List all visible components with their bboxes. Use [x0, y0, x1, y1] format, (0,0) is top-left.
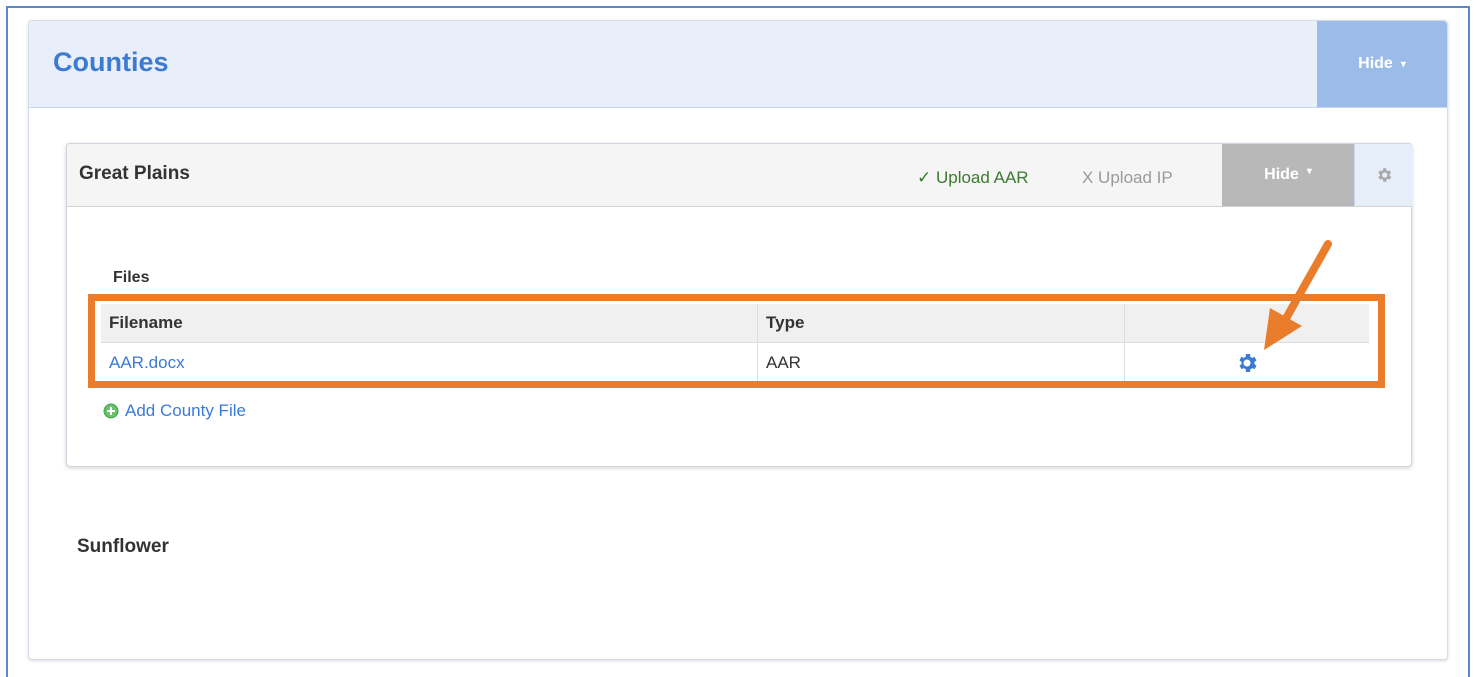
column-header-type: Type: [757, 304, 1125, 343]
county-hide-dropdown[interactable]: Hide ▾: [1222, 144, 1354, 206]
counties-panel: Counties Hide ▾ Great Plains ✓ Upload AA…: [28, 20, 1448, 660]
gear-icon: [1239, 354, 1257, 372]
county-settings-button[interactable]: [1354, 144, 1413, 206]
type-cell: AAR: [757, 342, 1125, 383]
plus-circle-icon: [103, 403, 119, 419]
county-panel-header: Great Plains ✓ Upload AAR X Upload IP Hi…: [67, 144, 1413, 207]
column-header-actions: [1124, 304, 1369, 343]
table-header-row: Filename Type: [101, 304, 1369, 343]
add-county-file-label: Add County File: [125, 401, 246, 420]
files-table: Filename Type AAR.docx AAR: [101, 304, 1369, 383]
county-title-sunflower: Sunflower: [77, 536, 169, 557]
table-row: AAR.docx AAR: [101, 342, 1370, 384]
county-title: Great Plains: [79, 163, 190, 184]
column-header-filename: Filename: [101, 304, 758, 343]
file-settings-button[interactable]: [1235, 351, 1259, 375]
actions-cell: [1125, 343, 1370, 384]
chevron-down-icon: ▾: [1306, 166, 1312, 177]
counties-hide-label: Hide: [1358, 55, 1393, 72]
gear-icon: [1378, 168, 1392, 182]
upload-ip-status[interactable]: X Upload IP: [1082, 168, 1173, 188]
counties-panel-header: Counties Hide ▾: [29, 21, 1447, 108]
chevron-down-icon: ▾: [1400, 58, 1406, 70]
county-hide-label: Hide: [1264, 166, 1299, 183]
counties-title: Counties: [53, 47, 169, 77]
files-section-label: Files: [113, 269, 150, 286]
filename-cell: AAR.docx: [101, 342, 758, 383]
add-county-file-link[interactable]: Add County File: [103, 401, 246, 421]
file-link[interactable]: AAR.docx: [109, 353, 185, 372]
upload-aar-status[interactable]: ✓ Upload AAR: [917, 168, 1029, 188]
county-panel-great-plains: Great Plains ✓ Upload AAR X Upload IP Hi…: [66, 143, 1413, 467]
counties-hide-dropdown[interactable]: Hide ▾: [1317, 21, 1447, 107]
